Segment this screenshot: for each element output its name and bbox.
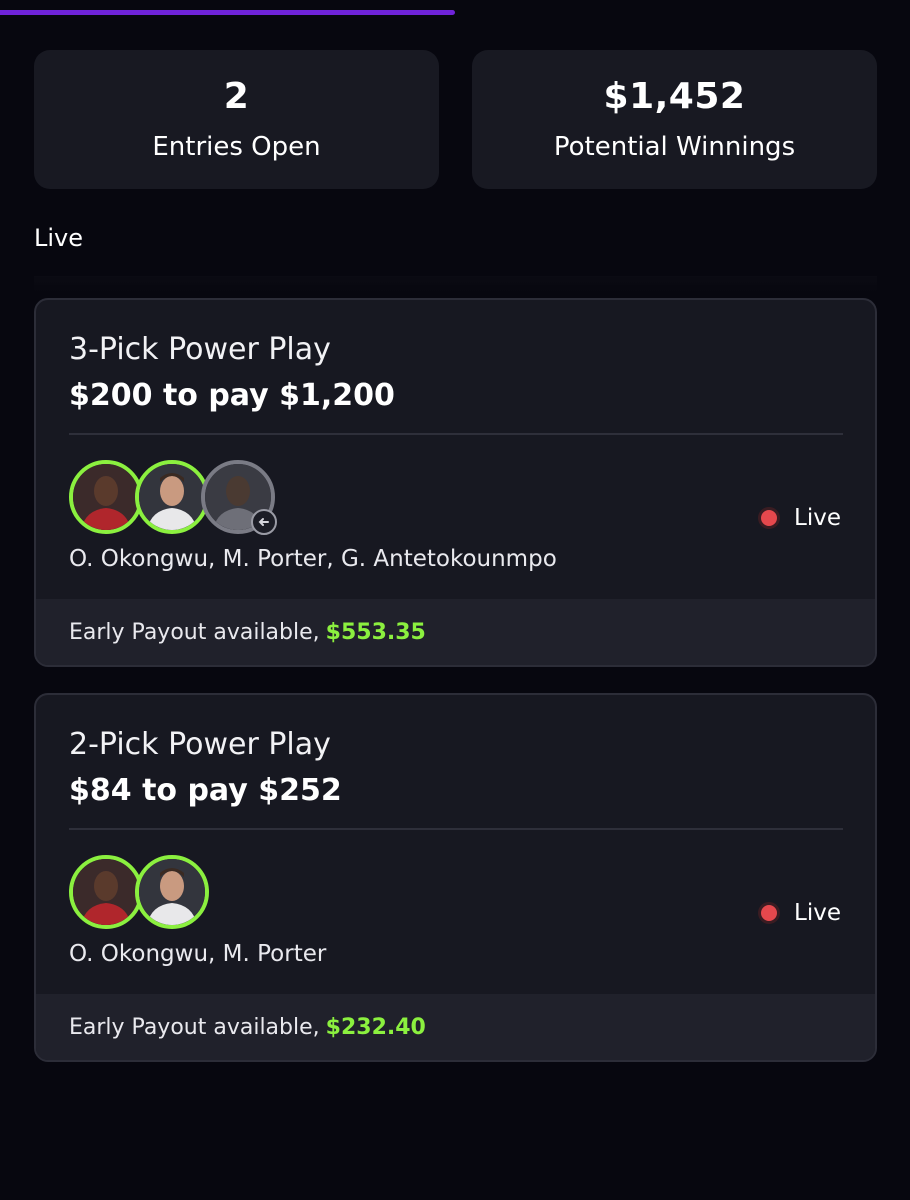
early-payout-bar[interactable]: Early Payout available, $553.35 xyxy=(36,599,875,665)
entry-type: 3-Pick Power Play xyxy=(69,332,331,367)
entries-open-label: Entries Open xyxy=(152,131,321,162)
payout-label: Early Payout available, xyxy=(69,1014,320,1040)
player-headshot-icon xyxy=(73,464,139,530)
player-headshot-icon xyxy=(73,859,139,925)
card-divider xyxy=(69,828,843,830)
player-avatar-porter xyxy=(135,460,209,534)
entries-open-value: 2 xyxy=(223,75,250,117)
player-names: O. Okongwu, M. Porter xyxy=(69,941,327,967)
player-avatars xyxy=(69,460,275,534)
entry-type: 2-Pick Power Play xyxy=(69,727,331,762)
early-payout-bar[interactable]: Early Payout available, $232.40 xyxy=(36,994,875,1060)
player-headshot-icon xyxy=(139,859,205,925)
entries-open-card[interactable]: 2 Entries Open xyxy=(34,50,439,189)
entry-card[interactable]: 3-Pick Power Play $200 to pay $1,200 O. … xyxy=(34,298,877,667)
payout-label: Early Payout available, xyxy=(69,619,320,645)
live-dot-icon xyxy=(758,902,781,924)
section-divider xyxy=(34,276,877,292)
section-title-live: Live xyxy=(34,224,84,252)
progress-bar xyxy=(0,10,910,15)
payout-amount: $232.40 xyxy=(325,1014,426,1040)
potential-winnings-value: $1,452 xyxy=(603,75,746,117)
status-label: Live xyxy=(794,505,841,531)
player-avatars xyxy=(69,855,209,929)
potential-winnings-label: Potential Winnings xyxy=(553,131,796,162)
arrow-left-icon xyxy=(258,518,269,526)
player-avatar-okongwu xyxy=(69,855,143,929)
card-divider xyxy=(69,433,843,435)
live-status: Live xyxy=(758,898,841,928)
progress-fill xyxy=(0,10,455,15)
swap-arrow-icon[interactable] xyxy=(251,509,277,535)
entry-stake: $84 to pay $252 xyxy=(69,773,342,808)
player-names: O. Okongwu, M. Porter, G. Antetokounmpo xyxy=(69,546,557,572)
live-dot-icon xyxy=(758,507,781,529)
player-headshot-icon xyxy=(139,464,205,530)
status-label: Live xyxy=(794,900,841,926)
player-avatar-okongwu xyxy=(69,460,143,534)
potential-winnings-card[interactable]: $1,452 Potential Winnings xyxy=(472,50,877,189)
live-status: Live xyxy=(758,503,841,533)
entry-stake: $200 to pay $1,200 xyxy=(69,378,395,413)
payout-amount: $553.35 xyxy=(325,619,426,645)
stats-row: 2 Entries Open $1,452 Potential Winnings xyxy=(34,50,877,189)
player-avatar-porter xyxy=(135,855,209,929)
entry-card[interactable]: 2-Pick Power Play $84 to pay $252 O. Oko… xyxy=(34,693,877,1062)
